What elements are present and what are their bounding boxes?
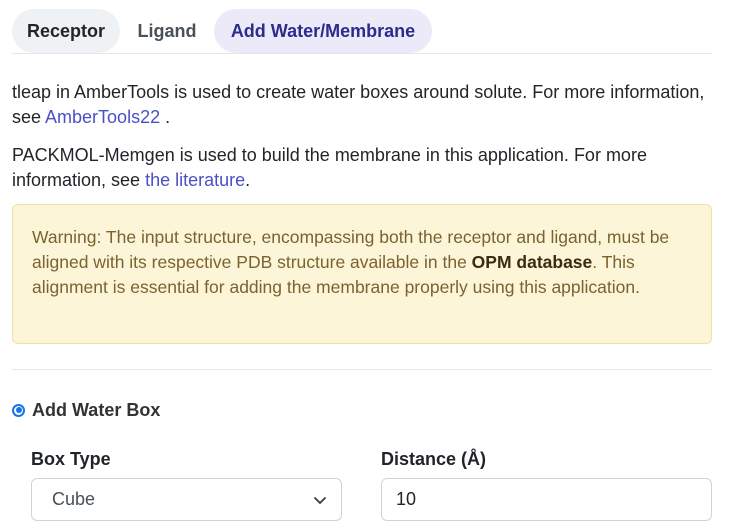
tleap-info: tleap in AmberTools is used to create wa… xyxy=(12,80,712,130)
opm-database-text: OPM database xyxy=(471,252,593,272)
packmol-info-tail: . xyxy=(245,170,251,190)
distance-input[interactable]: 10 xyxy=(381,478,712,521)
add-water-box-option[interactable]: Add Water Box xyxy=(12,398,160,422)
box-type-select[interactable]: Cube xyxy=(31,478,342,521)
packmol-info-text: PACKMOL-Memgen is used to build the memb… xyxy=(12,145,647,190)
distance-label: Distance (Å) xyxy=(381,449,487,469)
chevron-down-icon xyxy=(313,493,327,507)
warning-alert: Warning: The input structure, encompassi… xyxy=(12,204,712,344)
add-water-box-label: Add Water Box xyxy=(32,399,161,420)
radio-selected-icon[interactable] xyxy=(12,403,25,417)
tab-bar: Receptor Ligand Add Water/Membrane xyxy=(12,9,712,54)
tab-add-water-membrane[interactable]: Add Water/Membrane xyxy=(214,9,432,53)
distance-value: 10 xyxy=(396,489,417,509)
tab-receptor[interactable]: Receptor xyxy=(12,9,120,53)
tab-ligand[interactable]: Ligand xyxy=(121,9,213,53)
box-type-value: Cube xyxy=(52,489,96,509)
section-divider xyxy=(12,369,712,370)
packmol-info: PACKMOL-Memgen is used to build the memb… xyxy=(12,143,712,193)
box-type-label: Box Type xyxy=(31,449,111,469)
literature-link[interactable]: the literature xyxy=(145,170,245,190)
ambertools-link[interactable]: AmberTools22 xyxy=(45,107,160,127)
tleap-info-tail: . xyxy=(160,107,171,127)
